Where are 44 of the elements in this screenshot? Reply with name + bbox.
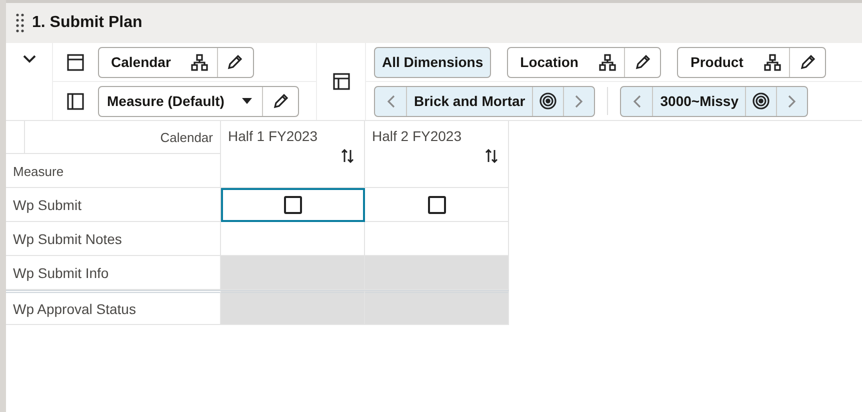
readonly-cell[interactable] (365, 256, 509, 290)
chevron-left-icon (386, 94, 394, 108)
readonly-cell[interactable] (221, 290, 365, 325)
page-selector[interactable]: Brick and Mortar (374, 86, 596, 116)
chevron-right-icon (575, 94, 584, 108)
target-icon (752, 92, 770, 110)
page-selector[interactable]: 3000~Missy (620, 86, 808, 116)
dimension-tile[interactable]: Product (677, 46, 826, 78)
pencil-icon (798, 53, 817, 71)
hierarchy-icon (764, 54, 781, 70)
dimension-label: Location (519, 53, 580, 72)
column-dimension-label: Calendar (25, 121, 221, 154)
drag-handle-icon[interactable] (16, 13, 24, 33)
pivot-layout-icon[interactable] (332, 73, 350, 90)
row-dimension-label: Measure (6, 154, 221, 188)
dimension-tile[interactable]: Measure (Default) (98, 86, 300, 116)
dimension-tile[interactable]: Calendar (98, 46, 254, 78)
readonly-cell[interactable] (221, 256, 365, 290)
sort-icon[interactable] (485, 149, 498, 163)
chevron-right-icon (788, 94, 796, 108)
readonly-cell[interactable] (365, 290, 509, 325)
all-dimensions-button[interactable]: All Dimensions (374, 46, 492, 78)
rows-layout-icon (67, 92, 84, 110)
hierarchy-icon (191, 54, 208, 70)
member-label: Brick and Mortar (406, 86, 532, 116)
sort-icon[interactable] (341, 149, 354, 163)
dimension-label: Calendar (110, 53, 172, 72)
pencil-icon (226, 53, 244, 71)
checkbox[interactable] (284, 196, 302, 214)
dimension-label: Product (689, 53, 744, 72)
chevron-down-icon[interactable] (22, 55, 36, 63)
grid-cell[interactable] (221, 188, 365, 222)
panel-title: 1. Submit Plan (32, 14, 142, 32)
dimension-label: Measure (Default) (106, 92, 226, 111)
pencil-icon (272, 92, 290, 110)
target-icon (539, 92, 558, 110)
checkbox[interactable] (428, 196, 446, 214)
chevron-left-icon (632, 94, 641, 108)
hierarchy-icon (598, 54, 616, 70)
pencil-icon (634, 53, 652, 71)
dimension-tile[interactable]: Location (507, 46, 662, 78)
member-label: 3000~Missy (652, 86, 746, 116)
caret-icon (242, 98, 252, 104)
columns-layout-icon (67, 54, 84, 70)
